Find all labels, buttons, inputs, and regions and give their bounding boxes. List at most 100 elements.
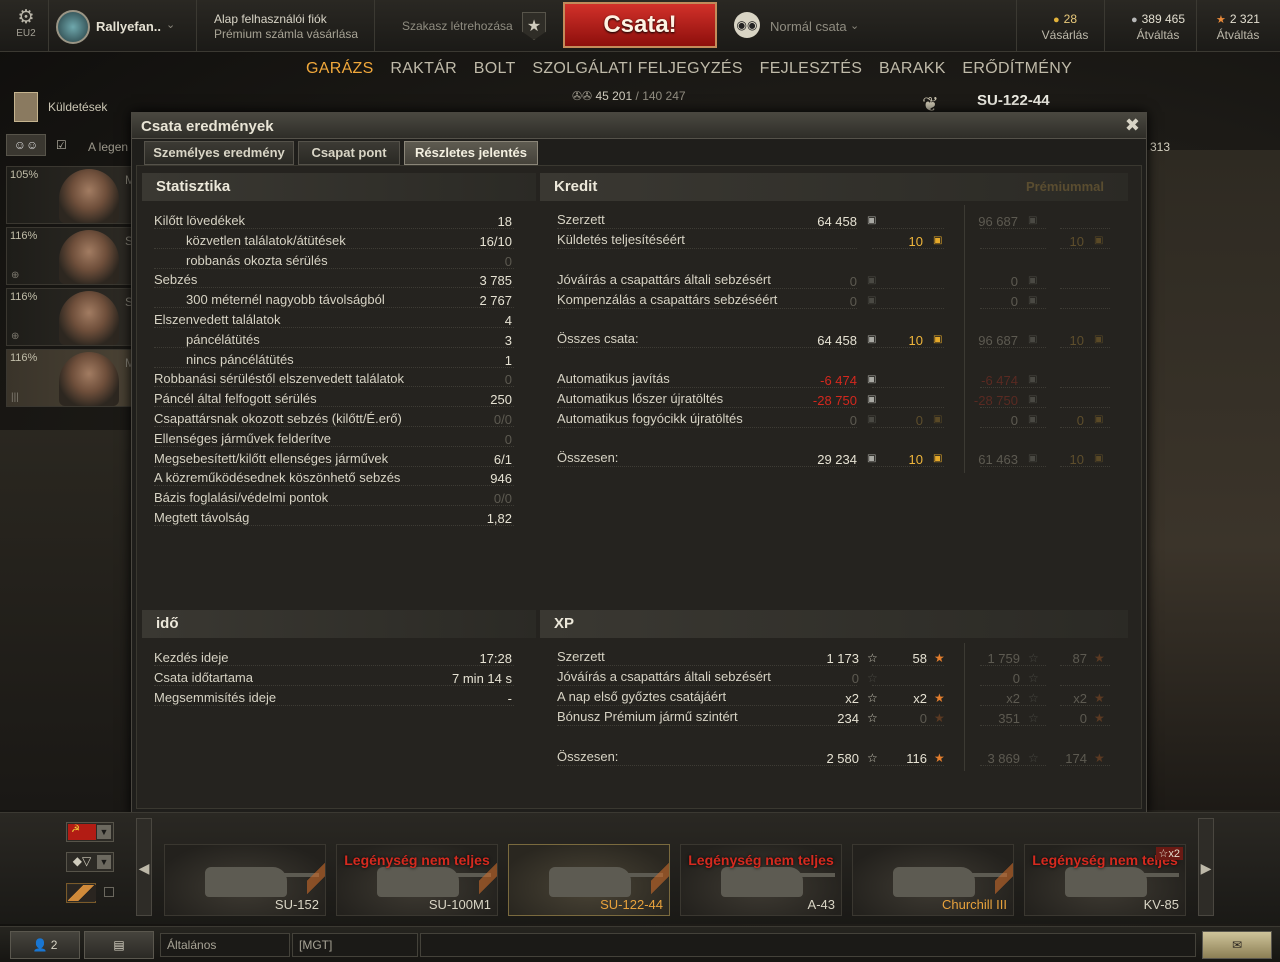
premium-buy-link[interactable]: Prémium számla vásárlása xyxy=(214,27,358,42)
tab-detailed-report[interactable]: Részletes jelentés xyxy=(404,141,538,165)
crew-portrait xyxy=(59,230,119,284)
xp-value: 2 580 xyxy=(826,751,859,766)
stat-label: Elszenvedett találatok xyxy=(154,312,281,327)
credits-balance[interactable]: ● 389 465 Átváltás xyxy=(1112,12,1204,43)
battle-mode-icon[interactable]: ◉◉ xyxy=(734,12,760,38)
xp-value: x2 xyxy=(845,691,859,706)
carousel-right-arrow[interactable]: ▶ xyxy=(1198,818,1214,916)
tab-team[interactable]: Csapat pont xyxy=(298,141,400,165)
dotted-leader xyxy=(1060,427,1110,428)
exchange-credits-link[interactable]: Átváltás xyxy=(1112,28,1204,43)
friends-button[interactable]: 👤 2 xyxy=(10,931,80,959)
tank-name: SU-152 xyxy=(274,897,319,912)
gold-coin-icon: ▣ xyxy=(1094,453,1104,464)
dotted-leader xyxy=(557,725,857,726)
credits-coin-icon: ▣ xyxy=(1028,334,1038,345)
stat-label: Bázis foglalási/védelmi pontok xyxy=(154,490,329,506)
crew-portrait xyxy=(59,291,119,345)
nation-filter[interactable]: ☭ ▼ xyxy=(66,822,114,842)
create-squad-button[interactable]: Szakasz létrehozása xyxy=(402,19,513,33)
crew-member[interactable]: 105% M xyxy=(6,166,135,224)
battle-results-dialog: Csata eredmények ✖ Személyes eredmény Cs… xyxy=(131,112,1147,816)
nav-research[interactable]: FEJLESZTÉS xyxy=(760,60,863,77)
dotted-leader xyxy=(872,387,944,388)
stat-label: páncélátütés xyxy=(186,331,260,347)
xp-label: Szerzett xyxy=(557,649,605,664)
crew-member[interactable]: 116% S ⊕ xyxy=(6,227,133,285)
battle-button[interactable]: Csata! xyxy=(563,2,717,48)
notifications-button[interactable]: ✉ xyxy=(1202,931,1272,959)
dotted-leader xyxy=(557,228,857,229)
tab-personal[interactable]: Személyes eredmény xyxy=(144,141,294,165)
vehicle-type-filter[interactable]: ◆▽ ▼ xyxy=(66,852,114,872)
stat-row: 300 méternél nagyobb távolságból 2 767 xyxy=(154,290,514,310)
premium-xp-value: 3 869 xyxy=(987,751,1020,766)
crew-portrait xyxy=(59,169,119,223)
crew-member[interactable]: 116% M ||| xyxy=(6,349,135,407)
gold-balance[interactable]: ● 28 Vásárlás xyxy=(1030,12,1100,43)
tank-silhouette xyxy=(721,867,803,897)
player-name[interactable]: Rallyefan.. xyxy=(96,19,161,34)
stat-row: Ellenséges járművek felderítve 0 xyxy=(154,429,514,449)
chat-input[interactable] xyxy=(420,933,1196,957)
nav-garage[interactable]: GARÁZS xyxy=(306,60,374,77)
dotted-leader xyxy=(154,426,514,427)
clan-emblem-icon[interactable] xyxy=(56,10,90,44)
dotted-leader xyxy=(154,705,514,706)
stat-label: robbanás okozta sérülés xyxy=(186,252,328,268)
contacts-button[interactable]: ▤ xyxy=(84,931,154,959)
squad-icon[interactable]: ★ xyxy=(522,12,546,40)
crew-group-icon[interactable]: ☺☺ xyxy=(6,134,46,156)
tank-card[interactable]: SU-152 xyxy=(164,844,326,916)
dotted-leader xyxy=(557,466,857,467)
dotted-leader xyxy=(154,485,514,487)
server-settings[interactable]: ⚙ EU2 xyxy=(8,8,44,40)
chat-bubble-icon: ▤ xyxy=(113,938,125,952)
dotted-leader xyxy=(154,445,514,447)
nav-depot[interactable]: RAKTÁR xyxy=(390,60,457,77)
account-status[interactable]: Alap felhasználói fiók Prémium számla vá… xyxy=(214,12,358,42)
chevron-down-icon[interactable]: ▼ xyxy=(97,855,111,869)
premium-free-xp-value: 87 xyxy=(1072,651,1087,666)
free-xp-star-icon: ★ xyxy=(934,651,945,665)
free-xp-value: x2 xyxy=(913,691,927,706)
chevron-down-icon[interactable]: ⌄ xyxy=(166,18,175,31)
tank-card[interactable]: Legénység nem teljes A-43 xyxy=(680,844,842,916)
tank-card[interactable]: Churchill III xyxy=(852,844,1014,916)
crew-member[interactable]: 116% S ⊕ xyxy=(6,288,133,346)
vehicle-xp-progress: ✇✇ 45 201 / 140 247 xyxy=(572,89,686,103)
chevron-down-icon[interactable]: ▼ xyxy=(97,825,111,839)
chat-channel-clan[interactable]: [MGT] xyxy=(292,933,418,957)
nav-service-record[interactable]: SZOLGÁLATI FELJEGYZÉS xyxy=(532,60,743,77)
free-xp-balance[interactable]: ★ 2 321 Átváltás xyxy=(1200,12,1276,43)
nav-barracks[interactable]: BARAKK xyxy=(879,60,946,77)
missions-button[interactable]: Küldetések xyxy=(12,92,132,124)
chat-channel-general[interactable]: Általános xyxy=(160,933,290,957)
battle-mode-select[interactable]: Normál csata xyxy=(770,19,847,34)
buy-gold-link[interactable]: Vásárlás xyxy=(1030,28,1100,43)
dotted-leader xyxy=(154,247,514,249)
nav-stronghold[interactable]: ERŐDÍTMÉNY xyxy=(962,60,1072,77)
dialog-titlebar[interactable]: Csata eredmények ✖ xyxy=(132,113,1146,139)
gold-coin-icon: ▣ xyxy=(933,334,943,345)
nav-shop[interactable]: BOLT xyxy=(474,60,516,77)
premium-filter-icon xyxy=(68,885,96,901)
tank-card[interactable]: SU-122-44 xyxy=(508,844,670,916)
chevron-down-icon[interactable]: ⌄ xyxy=(850,19,859,32)
dotted-leader xyxy=(557,248,857,249)
missions-icon xyxy=(14,92,38,122)
filter-checkbox[interactable] xyxy=(104,887,114,897)
dotted-leader xyxy=(872,407,944,408)
carousel-left-arrow[interactable]: ◀ xyxy=(136,818,152,916)
tank-card[interactable]: Legénység nem teljes SU-100M1 xyxy=(336,844,498,916)
premium-filter[interactable] xyxy=(66,883,96,903)
exchange-xp-link[interactable]: Átváltás xyxy=(1200,28,1276,43)
time-label: Megsemmisítés ideje xyxy=(154,690,277,705)
time-row: Csata időtartama 7 min 14 s xyxy=(154,668,514,688)
tank-silhouette xyxy=(205,867,287,897)
time-section-header: idő xyxy=(142,610,536,638)
tank-card[interactable]: Legénység nem teljes ☆x2 KV-85 xyxy=(1024,844,1186,916)
checkbox-icon[interactable]: ☑ xyxy=(56,138,67,152)
credits-coin-icon: ▣ xyxy=(1028,414,1038,425)
close-icon[interactable]: ✖ xyxy=(1125,115,1140,136)
